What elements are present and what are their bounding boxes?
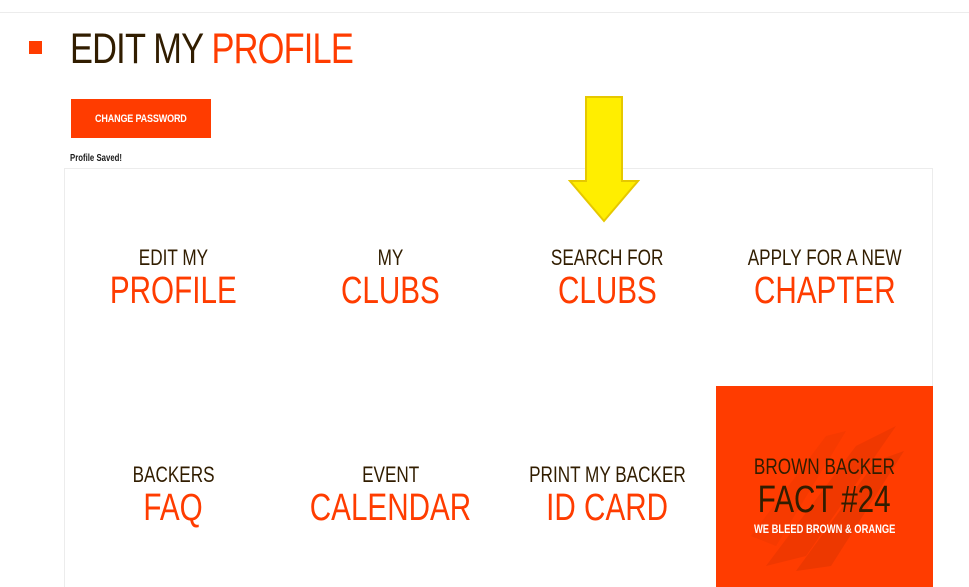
tile-apply-chapter[interactable]: APPLY FOR A NEW CHAPTER	[716, 169, 933, 386]
down-arrow-icon	[568, 96, 640, 223]
fact-title: BROWN BACKER	[753, 453, 896, 479]
page-title-part1: EDIT MY	[70, 25, 203, 73]
tile-backers-faq[interactable]: BACKERS FAQ	[65, 386, 282, 587]
change-password-button[interactable]: CHANGE PASSWORD	[71, 99, 211, 138]
page-title: EDIT MY PROFILE	[70, 22, 354, 76]
tile-my-clubs-top: MY	[377, 244, 404, 270]
tile-my-clubs-bottom: CLUBS	[341, 269, 440, 312]
tile-event-calendar[interactable]: EVENT CALENDAR	[282, 386, 499, 587]
menu-panel: EDIT MY PROFILE MY CLUBS SEARCH FOR CLUB…	[64, 168, 933, 587]
tile-edit-profile-top: EDIT MY	[138, 244, 209, 270]
tile-search-clubs-bottom: CLUBS	[558, 269, 657, 312]
tile-event-calendar-bottom: CALENDAR	[309, 486, 472, 529]
tile-print-id-card-bottom: ID CARD	[546, 486, 669, 529]
fact-tile: BROWN BACKER FACT #24 WE BLEED BROWN & O…	[716, 386, 933, 587]
tile-event-calendar-top: EVENT	[361, 461, 420, 487]
tile-apply-chapter-bottom: CHAPTER	[753, 269, 896, 312]
tile-search-clubs-top: SEARCH FOR	[551, 244, 664, 270]
tile-apply-chapter-top: APPLY FOR A NEW	[747, 244, 902, 270]
page: EDIT MY PROFILE CHANGE PASSWORD Profile …	[0, 0, 969, 587]
change-password-label: CHANGE PASSWORD	[95, 112, 187, 125]
tile-edit-profile-bottom: PROFILE	[110, 269, 237, 312]
page-title-part2: PROFILE	[211, 25, 354, 73]
tile-print-id-card-top: PRINT MY BACKER	[529, 461, 686, 487]
profile-saved-message: Profile Saved!	[70, 153, 123, 164]
fact-number: FACT #24	[758, 478, 891, 521]
tile-print-id-card[interactable]: PRINT MY BACKER ID CARD	[499, 386, 716, 587]
tile-edit-profile[interactable]: EDIT MY PROFILE	[65, 169, 282, 386]
top-divider	[0, 12, 969, 13]
tile-backers-faq-bottom: FAQ	[143, 486, 204, 529]
square-bullet-icon	[29, 41, 42, 54]
tile-backers-faq-top: BACKERS	[132, 461, 215, 487]
tile-my-clubs[interactable]: MY CLUBS	[282, 169, 499, 386]
fact-caption: WE BLEED BROWN & ORANGE	[753, 521, 896, 536]
